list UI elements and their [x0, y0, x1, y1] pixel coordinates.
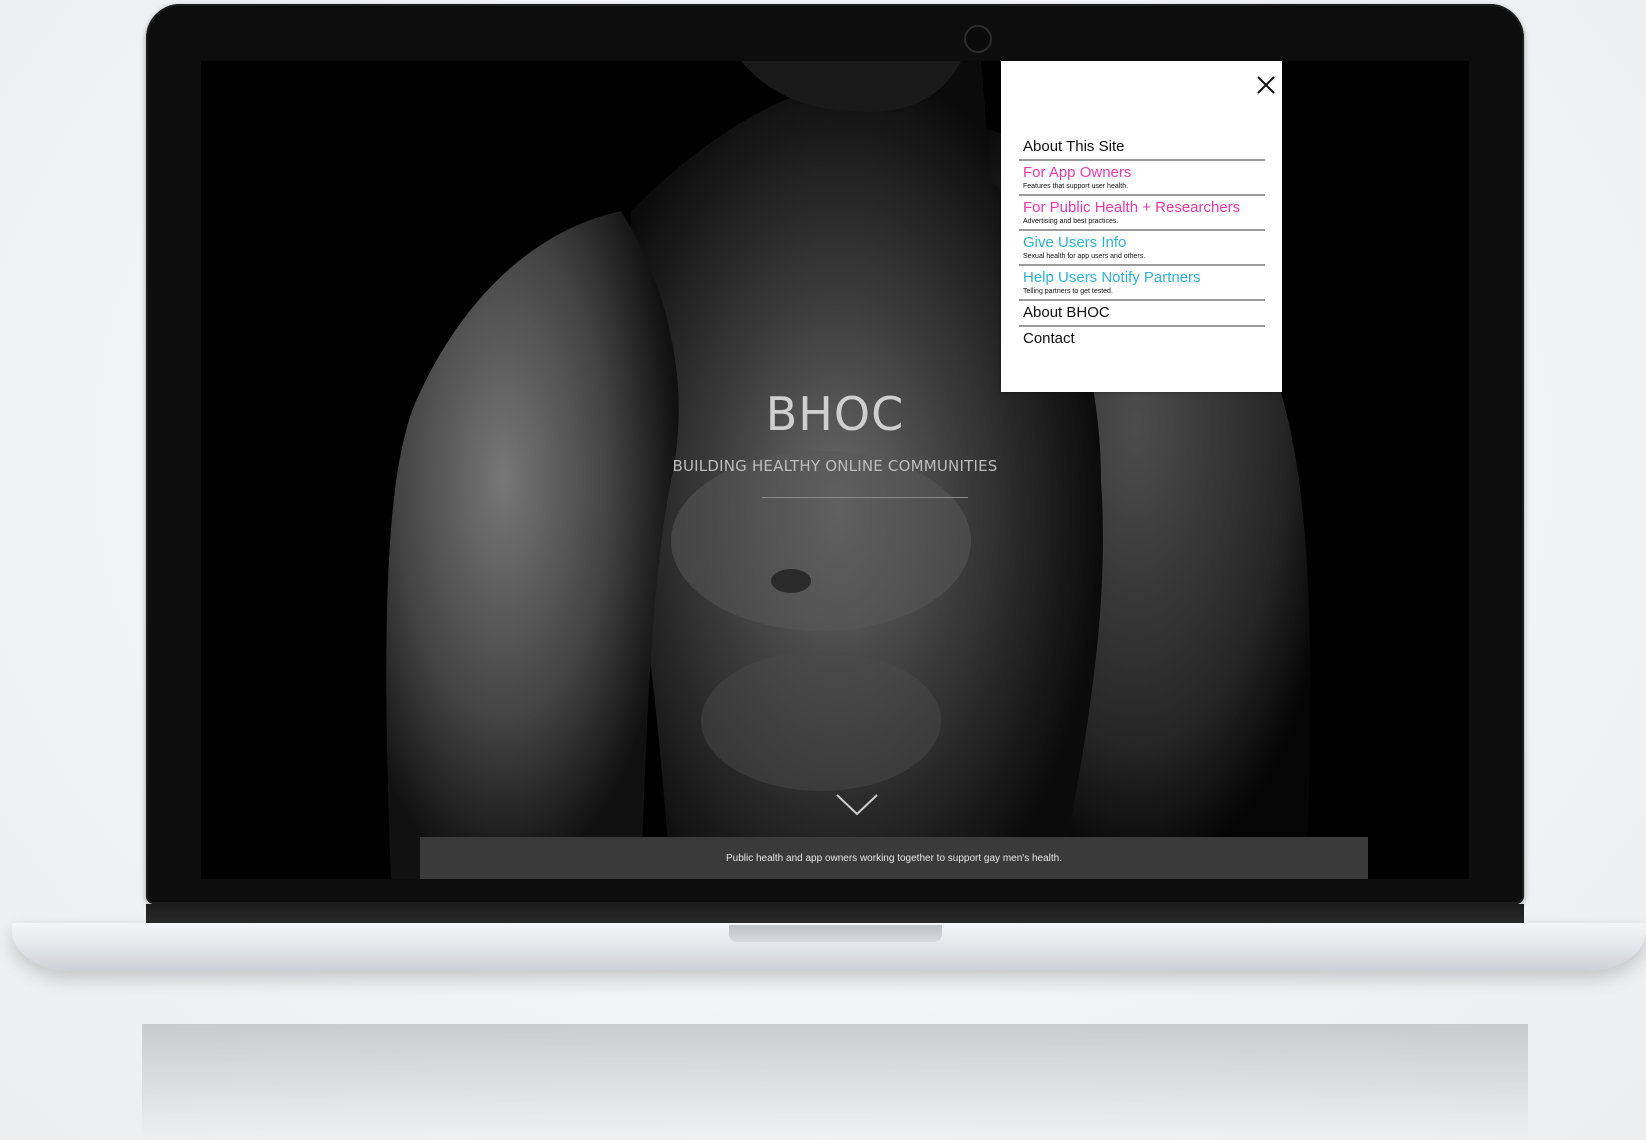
- menu-item-label: For Public Health + Researchers: [1023, 199, 1241, 216]
- menu-item-label: Give Users Info: [1023, 234, 1127, 251]
- menu-item-help-users-notify[interactable]: Help Users Notify Partners Telling partn…: [1019, 266, 1265, 301]
- chevron-down-icon[interactable]: [835, 793, 879, 817]
- navigation-menu: About This Site For App Owners Features …: [1001, 61, 1282, 392]
- laptop-mockup: BHOC BUILDING HEALTHY ONLINE COMMUNITIES…: [0, 0, 1646, 1140]
- menu-item-label: Help Users Notify Partners: [1023, 269, 1201, 286]
- menu-item-about-this-site[interactable]: About This Site: [1019, 135, 1265, 161]
- menu-item-description: Advertising and best practices.: [1023, 218, 1119, 225]
- hero-divider: [762, 497, 968, 498]
- menu-item-for-app-owners[interactable]: For App Owners Features that support use…: [1019, 161, 1265, 196]
- menu-list: About This Site For App Owners Features …: [1019, 135, 1265, 351]
- menu-item-description: Features that support user health.: [1023, 183, 1129, 190]
- footer-tagline: Public health and app owners working tog…: [725, 852, 1062, 864]
- laptop-hinge: [146, 904, 1524, 924]
- menu-item-label: For App Owners: [1023, 164, 1132, 181]
- menu-item-description: Sexual health for app users and others.: [1023, 253, 1146, 260]
- site-title: BHOC: [765, 387, 905, 441]
- menu-item-about-bhoc[interactable]: About BHOC: [1019, 301, 1265, 327]
- menu-item-description: Telling partners to get tested.: [1023, 288, 1113, 295]
- menu-item-label: Contact: [1023, 330, 1075, 347]
- menu-item-for-public-health[interactable]: For Public Health + Researchers Advertis…: [1019, 196, 1265, 231]
- laptop-screen: BHOC BUILDING HEALTHY ONLINE COMMUNITIES…: [201, 61, 1469, 879]
- menu-item-label: About This Site: [1023, 138, 1125, 155]
- site-subtitle: BUILDING HEALTHY ONLINE COMMUNITIES: [672, 457, 998, 475]
- close-icon[interactable]: [1256, 75, 1276, 95]
- camera-icon: [964, 25, 992, 53]
- menu-item-contact[interactable]: Contact: [1019, 327, 1265, 351]
- menu-item-give-users-info[interactable]: Give Users Info Sexual health for app us…: [1019, 231, 1265, 266]
- footer-bar: Public health and app owners working tog…: [420, 837, 1368, 879]
- laptop-reflection: [142, 1024, 1528, 1140]
- menu-item-label: About BHOC: [1023, 304, 1110, 321]
- laptop-notch: [729, 925, 942, 942]
